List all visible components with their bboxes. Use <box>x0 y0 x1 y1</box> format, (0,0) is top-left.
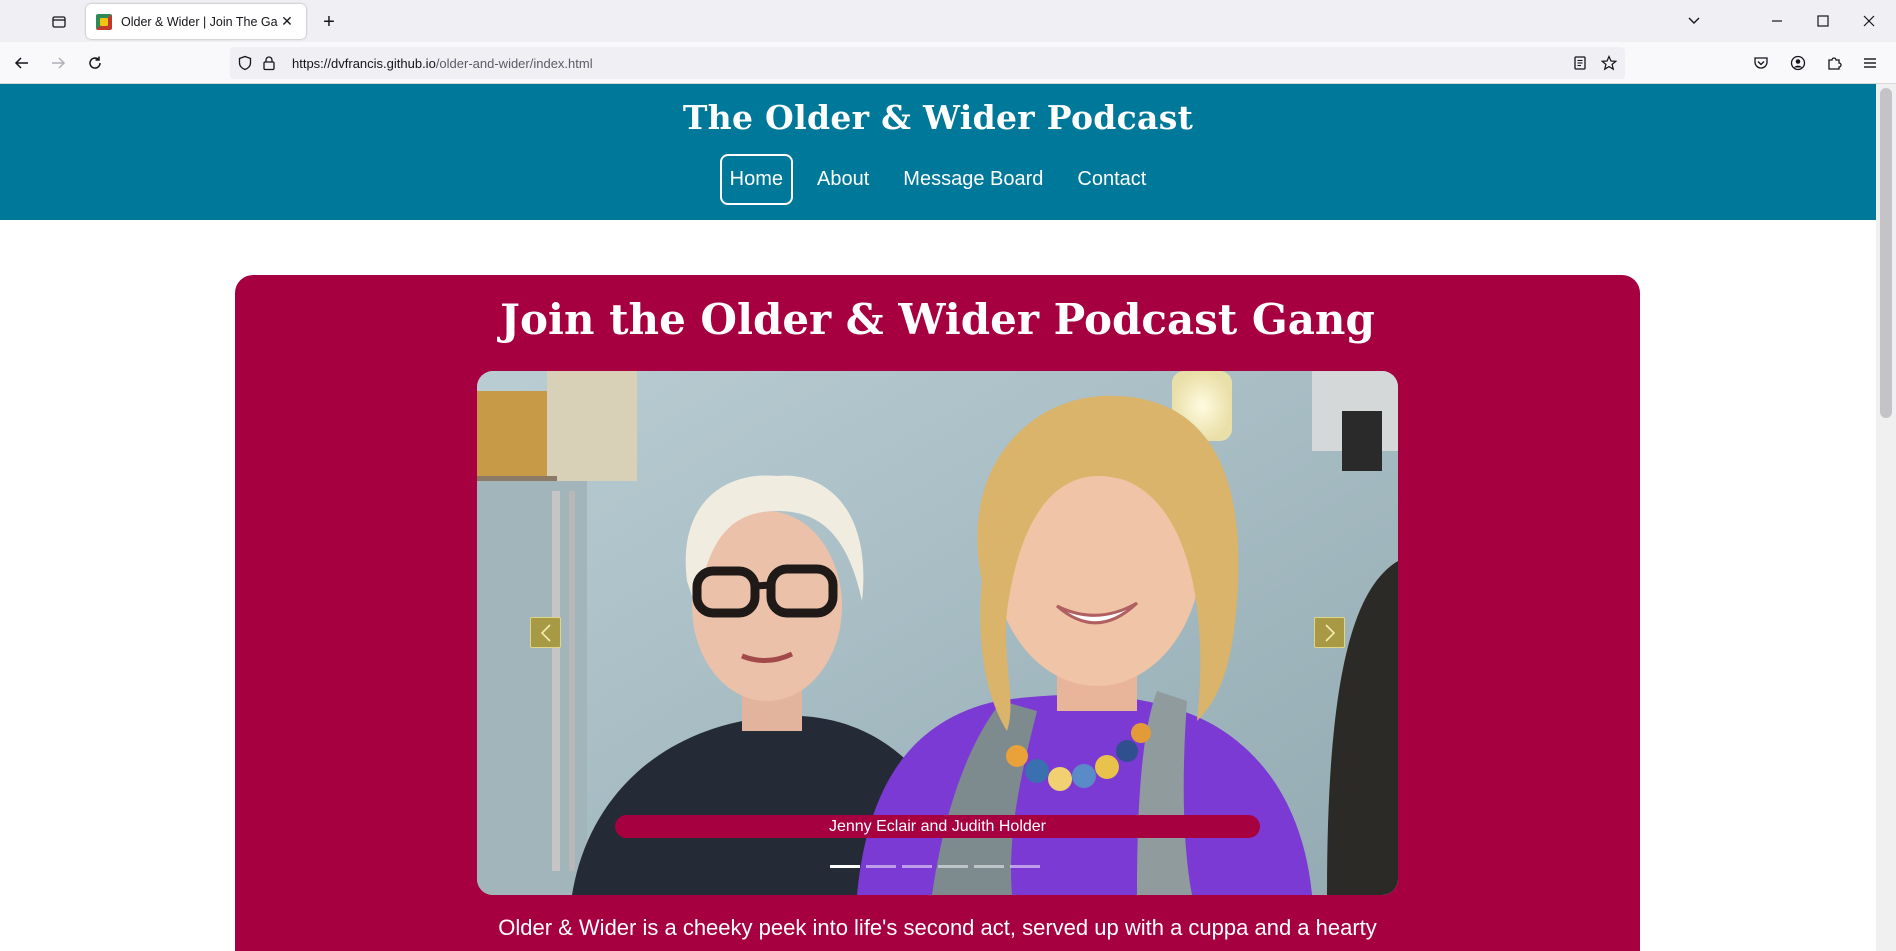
site-header: The Older & Wider Podcast Home About Mes… <box>0 84 1876 220</box>
close-window-icon[interactable] <box>1846 0 1892 42</box>
minimize-icon[interactable] <box>1754 0 1800 42</box>
carousel-prev-button[interactable] <box>530 617 561 648</box>
reload-icon[interactable] <box>81 49 109 77</box>
page-viewport: The Older & Wider Podcast Home About Mes… <box>0 84 1876 951</box>
section-heading: Join the Older & Wider Podcast Gang <box>500 295 1375 344</box>
forward-arrow-icon[interactable] <box>44 49 72 77</box>
tracking-protection-shield-icon[interactable] <box>236 54 254 72</box>
nav-link-home[interactable]: Home <box>719 154 794 205</box>
carousel-next-button[interactable] <box>1314 617 1345 648</box>
maximize-icon[interactable] <box>1800 0 1846 42</box>
site-nav: Home About Message Board Contact <box>0 154 1876 205</box>
lock-icon[interactable] <box>260 54 278 72</box>
carousel-caption: Jenny Eclair and Judith Holder <box>615 815 1260 838</box>
carousel-indicator[interactable] <box>974 865 1004 868</box>
carousel-indicator[interactable] <box>1010 865 1040 868</box>
nav-link-about[interactable]: About <box>807 154 879 205</box>
join-gang-card: Join the Older & Wider Podcast Gang Jenn… <box>235 275 1640 951</box>
site-title: The Older & Wider Podcast <box>682 98 1194 137</box>
carousel-indicator[interactable] <box>866 865 896 868</box>
tab-title: Older & Wider | Join The Gang <box>121 14 278 29</box>
account-icon[interactable] <box>1784 49 1812 77</box>
photo-carousel[interactable]: Jenny Eclair and Judith Holder <box>477 371 1398 895</box>
close-tab-icon[interactable]: ✕ <box>278 13 296 31</box>
chevron-left-icon <box>540 623 551 642</box>
browser-navigation-bar: https://dvfrancis.github.io/older-and-wi… <box>0 42 1896 84</box>
nav-link-contact[interactable]: Contact <box>1067 154 1156 205</box>
tab-overview-icon[interactable] <box>46 9 72 35</box>
page-scrollbar[interactable] <box>1876 84 1896 951</box>
extensions-icon[interactable] <box>1820 49 1848 77</box>
list-all-tabs-icon[interactable] <box>1671 0 1717 42</box>
app-menu-icon[interactable] <box>1856 49 1884 77</box>
carousel-indicator[interactable] <box>830 865 860 868</box>
url-path: /older-and-wider/index.html <box>435 55 593 71</box>
back-arrow-icon[interactable] <box>8 49 36 77</box>
url-text[interactable]: https://dvfrancis.github.io/older-and-wi… <box>292 56 593 71</box>
chevron-right-icon <box>1324 623 1335 642</box>
browser-tab[interactable]: Older & Wider | Join The Gang ✕ <box>86 4 306 39</box>
reader-view-icon[interactable] <box>1571 54 1589 72</box>
address-bar[interactable]: https://dvfrancis.github.io/older-and-wi… <box>230 47 1625 79</box>
site-favicon-icon <box>96 13 112 30</box>
pocket-icon[interactable] <box>1747 49 1775 77</box>
url-host: https://dvfrancis.github.io <box>292 55 436 71</box>
carousel-indicator[interactable] <box>938 865 968 868</box>
intro-paragraph: Older & Wider is a cheeky peek into life… <box>498 915 1377 940</box>
scrollbar-thumb[interactable] <box>1880 88 1892 418</box>
browser-tab-bar: Older & Wider | Join The Gang ✕ + <box>0 0 1896 42</box>
carousel-indicators <box>830 865 1040 868</box>
new-tab-button[interactable]: + <box>316 9 342 35</box>
nav-link-message-board[interactable]: Message Board <box>893 154 1053 205</box>
bookmark-star-icon[interactable] <box>1600 54 1618 72</box>
carousel-indicator[interactable] <box>902 865 932 868</box>
